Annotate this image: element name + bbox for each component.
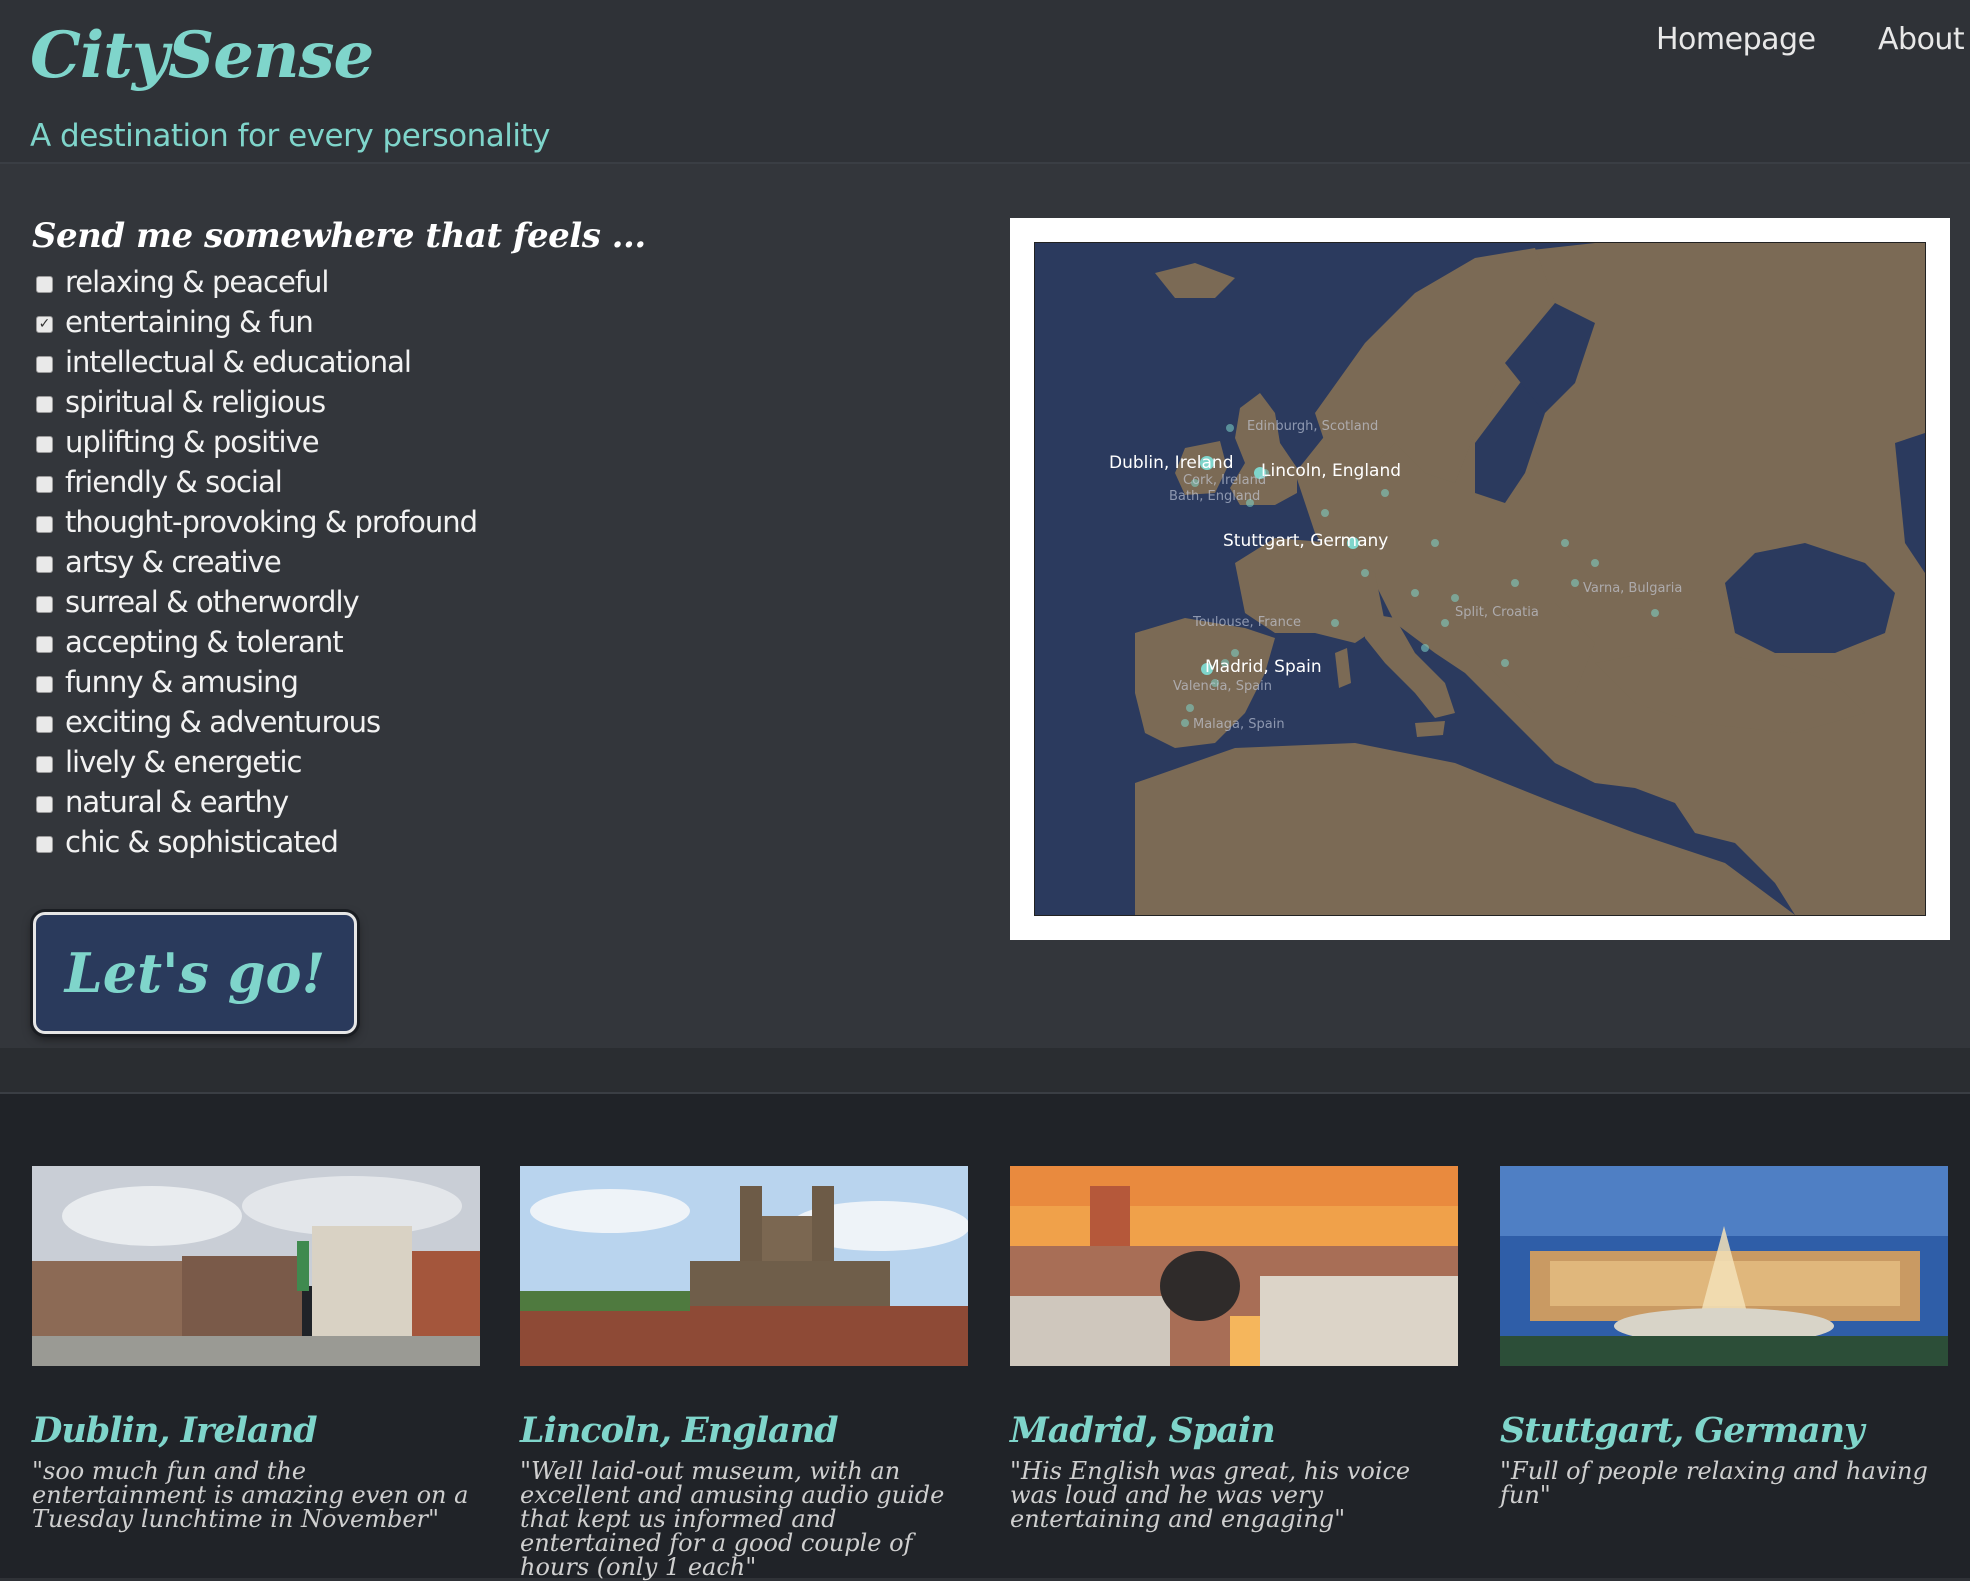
site-logo[interactable]: CitySense <box>30 18 374 93</box>
map-label-bath: Bath, England <box>1169 489 1261 504</box>
option-checkbox[interactable] <box>36 675 53 693</box>
option-funny[interactable]: funny & amusing <box>36 662 477 702</box>
option-natural[interactable]: natural & earthy <box>36 782 477 822</box>
result-city-title[interactable]: Lincoln, England <box>520 1410 968 1451</box>
option-chic[interactable]: chic & sophisticated <box>36 822 477 862</box>
option-checkbox[interactable] <box>36 355 53 373</box>
option-label: surreal & otherwordly <box>65 585 360 619</box>
option-label: chic & sophisticated <box>65 825 339 859</box>
lets-go-button[interactable]: Let's go! <box>33 912 357 1034</box>
map-label-toulouse: Toulouse, France <box>1193 615 1301 630</box>
nav-homepage-link[interactable]: Homepage <box>1656 22 1816 57</box>
city-photo[interactable] <box>32 1166 480 1366</box>
option-label: funny & amusing <box>65 665 299 699</box>
result-quote: "soo much fun and the entertainment is a… <box>32 1457 469 1533</box>
map-label-valencia: Valencia, Spain <box>1173 679 1273 694</box>
option-label: natural & earthy <box>65 785 289 819</box>
europe-map-graphic <box>1035 243 1925 915</box>
result-quote: "Full of people relaxing and having fun" <box>1500 1457 1928 1509</box>
option-label: intellectual & educational <box>65 345 412 379</box>
map-label-cork: Cork, Ireland <box>1183 473 1267 488</box>
option-checkbox[interactable] <box>36 595 53 613</box>
result-quote: "His English was great, his voice was lo… <box>1010 1457 1411 1533</box>
option-checkbox[interactable] <box>36 635 53 653</box>
europe-map[interactable]: Dublin, Ireland Lincoln, England Stuttga… <box>1034 242 1926 916</box>
map-label-split: Split, Croatia <box>1455 605 1539 620</box>
result-city-title[interactable]: Madrid, Spain <box>1010 1410 1458 1451</box>
option-checkbox[interactable] <box>36 435 53 453</box>
city-photo[interactable] <box>520 1166 968 1366</box>
result-city-title[interactable]: Stuttgart, Germany <box>1500 1410 1948 1451</box>
option-label: artsy & creative <box>65 545 282 579</box>
option-artsy[interactable]: artsy & creative <box>36 542 477 582</box>
option-friendly[interactable]: friendly & social <box>36 462 477 502</box>
option-checkbox[interactable] <box>36 395 53 413</box>
option-label: spiritual & religious <box>65 385 326 419</box>
section-divider <box>0 1048 1970 1094</box>
option-label: relaxing & peaceful <box>65 265 329 299</box>
option-uplifting[interactable]: uplifting & positive <box>36 422 477 462</box>
map-label-stuttgart: Stuttgart, Germany <box>1223 531 1389 551</box>
result-city-title[interactable]: Dublin, Ireland <box>32 1410 480 1451</box>
map-label-madrid: Madrid, Spain <box>1205 657 1322 677</box>
result-quote: "Well laid-out museum, with an excellent… <box>520 1457 945 1581</box>
option-checkbox[interactable] <box>36 555 53 573</box>
city-photo[interactable] <box>1500 1166 1948 1366</box>
option-label: thought-provoking & profound <box>65 505 478 539</box>
map-label-varna: Varna, Bulgaria <box>1583 581 1683 596</box>
option-label: exciting & adventurous <box>65 705 381 739</box>
map-label-lincoln: Lincoln, England <box>1261 461 1402 481</box>
option-surreal[interactable]: surreal & otherwordly <box>36 582 477 622</box>
option-checkbox[interactable] <box>36 475 53 493</box>
option-checkbox[interactable] <box>36 795 53 813</box>
personality-prompt: Send me somewhere that feels ... <box>32 216 646 256</box>
result-card-stuttgart[interactable]: Stuttgart, Germany "Full of people relax… <box>1500 1166 1948 1507</box>
option-accepting[interactable]: accepting & tolerant <box>36 622 477 662</box>
option-relaxing[interactable]: relaxing & peaceful <box>36 262 477 302</box>
map-label-edinburgh: Edinburgh, Scotland <box>1247 419 1379 434</box>
option-checkbox[interactable] <box>36 835 53 853</box>
option-exciting[interactable]: exciting & adventurous <box>36 702 477 742</box>
option-intellectual[interactable]: intellectual & educational <box>36 342 477 382</box>
option-lively[interactable]: lively & energetic <box>36 742 477 782</box>
map-frame: Dublin, Ireland Lincoln, England Stuttga… <box>1010 218 1950 940</box>
option-spiritual[interactable]: spiritual & religious <box>36 382 477 422</box>
option-label: uplifting & positive <box>65 425 320 459</box>
results-section: Dublin, Ireland "soo much fun and the en… <box>0 1094 1970 1579</box>
option-checkbox[interactable]: ✓ <box>36 315 53 333</box>
option-label: lively & energetic <box>65 745 302 779</box>
nav-about-link[interactable]: About <box>1878 22 1965 57</box>
option-checkbox[interactable] <box>36 515 53 533</box>
result-card-dublin[interactable]: Dublin, Ireland "soo much fun and the en… <box>32 1166 480 1531</box>
result-card-madrid[interactable]: Madrid, Spain "His English was great, hi… <box>1010 1166 1458 1531</box>
option-entertaining[interactable]: ✓ entertaining & fun <box>36 302 477 342</box>
site-header: CitySense A destination for every person… <box>0 0 1970 164</box>
city-photo[interactable] <box>1010 1166 1458 1366</box>
option-checkbox[interactable] <box>36 715 53 733</box>
option-checkbox[interactable] <box>36 275 53 293</box>
option-label: friendly & social <box>65 465 283 499</box>
option-thought-provoking[interactable]: thought-provoking & profound <box>36 502 478 542</box>
site-tagline: A destination for every personality <box>30 118 551 154</box>
personality-options: relaxing & peaceful ✓ entertaining & fun… <box>36 262 478 862</box>
search-section: Send me somewhere that feels ... relaxin… <box>0 164 1970 1048</box>
map-label-dublin: Dublin, Ireland <box>1109 453 1234 473</box>
option-label: accepting & tolerant <box>65 625 344 659</box>
result-card-lincoln[interactable]: Lincoln, England "Well laid-out museum, … <box>520 1166 968 1579</box>
option-label: entertaining & fun <box>65 305 314 339</box>
option-checkbox[interactable] <box>36 755 53 773</box>
map-label-malaga: Malaga, Spain <box>1193 717 1285 732</box>
